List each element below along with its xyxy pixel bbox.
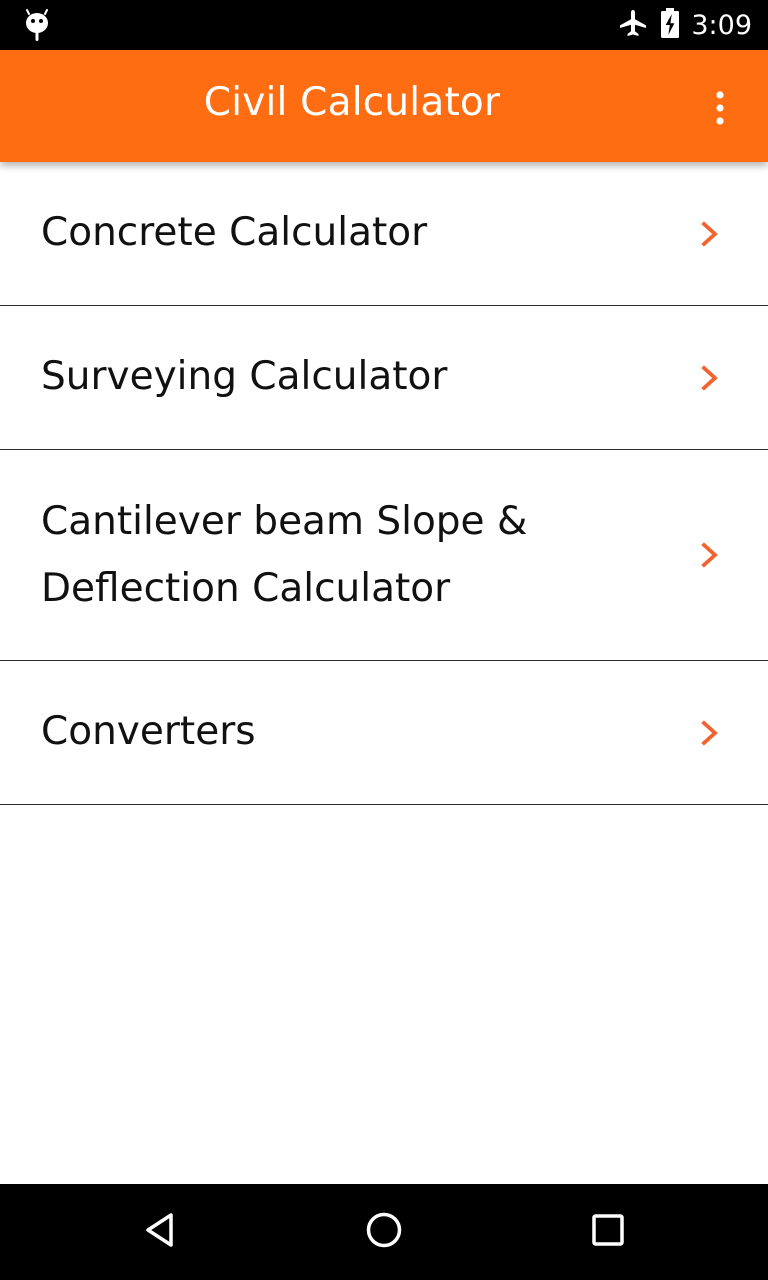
status-bar: 3:09 bbox=[0, 0, 768, 50]
status-icons: 3:09 bbox=[617, 0, 752, 50]
recents-icon bbox=[588, 1210, 628, 1254]
chevron-right-icon bbox=[700, 541, 720, 569]
menu-item-label: Converters bbox=[41, 709, 256, 755]
android-debug-icon bbox=[22, 8, 52, 42]
menu-item-label: Surveying Calculator bbox=[41, 354, 448, 400]
screen: 3:09 Civil Calculator Concrete Calculato… bbox=[0, 0, 768, 1280]
more-vert-icon bbox=[715, 90, 725, 130]
recents-button[interactable] bbox=[580, 1204, 636, 1260]
status-time: 3:09 bbox=[691, 9, 752, 41]
menu-item-cantilever-beam-calculator[interactable]: Cantilever beam Slope & Deflection Calcu… bbox=[0, 450, 768, 661]
menu-item-converters[interactable]: Converters bbox=[0, 661, 768, 805]
app-title: Civil Calculator bbox=[203, 80, 501, 125]
back-button[interactable] bbox=[132, 1204, 188, 1260]
calculator-menu-list: Concrete Calculator Surveying Calculator… bbox=[0, 162, 768, 805]
home-icon bbox=[364, 1210, 404, 1254]
navigation-bar bbox=[0, 1184, 768, 1280]
home-button[interactable] bbox=[356, 1204, 412, 1260]
menu-item-surveying-calculator[interactable]: Surveying Calculator bbox=[0, 306, 768, 450]
chevron-right-icon bbox=[700, 364, 720, 392]
chevron-right-icon bbox=[700, 719, 720, 747]
battery-charging-icon bbox=[659, 7, 681, 43]
menu-item-label: Concrete Calculator bbox=[41, 210, 428, 256]
back-icon bbox=[140, 1210, 180, 1254]
overflow-menu-button[interactable] bbox=[694, 84, 746, 136]
menu-item-label: Cantilever beam Slope & Deflection Calcu… bbox=[41, 499, 528, 611]
chevron-right-icon bbox=[700, 220, 720, 248]
menu-item-concrete-calculator[interactable]: Concrete Calculator bbox=[0, 162, 768, 306]
airplane-mode-icon bbox=[617, 7, 649, 43]
app-bar: Civil Calculator bbox=[0, 50, 768, 162]
